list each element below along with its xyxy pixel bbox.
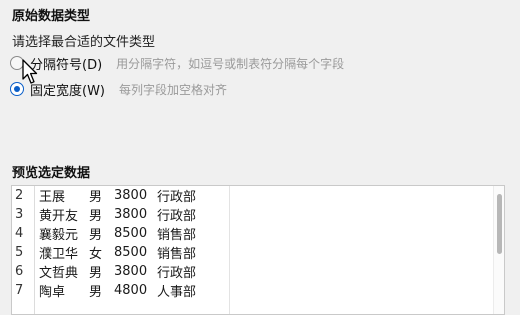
data-preview-pane[interactable]: 2 王展 男 3800 行政部 3 黄开友 男 3800 行政部 4 襄毅元 男…	[11, 185, 505, 315]
mouse-cursor-icon	[22, 59, 38, 84]
cell-gender: 男	[89, 228, 103, 243]
cell-gender: 女	[89, 247, 103, 262]
cell-name: 陶卓	[39, 285, 66, 300]
line-number: 7	[15, 283, 24, 298]
radio-description-fixed-width: 每列字段加空格对齐	[119, 82, 228, 97]
cell-salary: 8500	[114, 245, 148, 260]
section-title-preview: 预览选定数据	[12, 166, 91, 181]
cell-name: 黄开友	[39, 209, 79, 224]
preview-row: 7 陶卓 男 4800 人事部	[12, 281, 504, 300]
cell-department: 人事部	[157, 285, 197, 300]
cell-gender: 男	[89, 209, 103, 224]
section-title-data-type: 原始数据类型	[12, 9, 91, 24]
radio-description-delimited: 用分隔字符，如逗号或制表符分隔每个字段	[116, 56, 345, 71]
cell-department: 行政部	[157, 209, 197, 224]
cell-name: 濮卫华	[39, 247, 79, 262]
preview-row: 6 文哲典 男 3800 行政部	[12, 262, 504, 281]
cell-salary: 3800	[114, 207, 148, 222]
radio-label-delimited[interactable]: 分隔符号(D)	[30, 54, 102, 73]
cell-gender: 男	[89, 285, 103, 300]
cell-department: 行政部	[157, 190, 197, 205]
preview-row: 3 黄开友 男 3800 行政部	[12, 205, 504, 224]
scrollbar-thumb[interactable]	[497, 194, 502, 254]
preview-rows: 2 王展 男 3800 行政部 3 黄开友 男 3800 行政部 4 襄毅元 男…	[12, 186, 504, 300]
line-number: 3	[15, 207, 24, 222]
line-number: 5	[15, 245, 24, 260]
cell-salary: 8500	[114, 226, 148, 241]
line-number: 4	[15, 226, 24, 241]
preview-row: 4 襄毅元 男 8500 销售部	[12, 224, 504, 243]
cell-department: 销售部	[157, 228, 197, 243]
cell-name: 襄毅元	[39, 228, 79, 243]
preview-scrollbar[interactable]	[493, 186, 504, 314]
cell-salary: 3800	[114, 188, 148, 203]
line-number: 6	[15, 264, 24, 279]
cell-name: 文哲典	[39, 266, 79, 281]
preview-row: 5 濮卫华 女 8500 销售部	[12, 243, 504, 262]
line-number: 2	[15, 188, 24, 203]
file-type-prompt: 请选择最合适的文件类型	[12, 35, 156, 50]
cell-gender: 男	[89, 266, 103, 281]
cell-salary: 4800	[114, 283, 148, 298]
cell-name: 王展	[39, 190, 66, 205]
preview-row: 2 王展 男 3800 行政部	[12, 186, 504, 205]
cell-department: 销售部	[157, 247, 197, 262]
cell-salary: 3800	[114, 264, 148, 279]
radio-option-delimited[interactable]: 分隔符号(D) 用分隔字符，如逗号或制表符分隔每个字段	[10, 53, 344, 73]
radio-label-fixed-width[interactable]: 固定宽度(W)	[30, 80, 105, 99]
radio-option-fixed-width[interactable]: 固定宽度(W) 每列字段加空格对齐	[10, 79, 227, 99]
cell-gender: 男	[89, 190, 103, 205]
cell-department: 行政部	[157, 266, 197, 281]
